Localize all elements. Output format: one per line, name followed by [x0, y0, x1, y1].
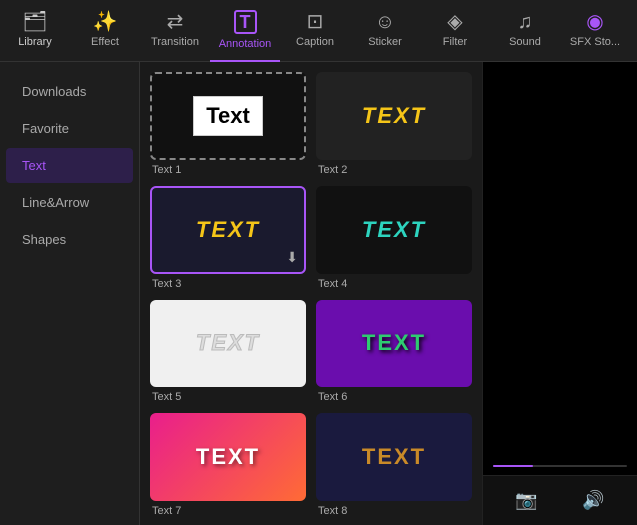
text-preview-label-4: TEXT	[362, 217, 426, 243]
text-card-label-4: Text 4	[316, 278, 472, 290]
text-card-6[interactable]: TEXT Text 6	[316, 300, 472, 404]
nav-sfx-label: SFX Sto...	[570, 36, 620, 48]
sticker-icon: ☺	[375, 12, 395, 32]
sfx-icon: ◉	[586, 12, 603, 32]
volume-button[interactable]: 🔊	[582, 490, 604, 511]
filter-icon: ◈	[447, 12, 462, 32]
nav-library-label: Library	[18, 36, 52, 48]
nav-transition-label: Transition	[151, 36, 199, 48]
effect-icon: ✨	[93, 12, 118, 32]
text-preview-1: Text	[150, 72, 306, 160]
text-card-5[interactable]: TEXT Text 5	[150, 300, 306, 404]
text-card-2[interactable]: TEXT Text 2	[316, 72, 472, 176]
nav-annotation[interactable]: T Annotation	[210, 0, 280, 62]
sidebar-item-text[interactable]: Text	[6, 148, 133, 183]
nav-effect[interactable]: ✨ Effect	[70, 0, 140, 62]
text-card-label-6: Text 6	[316, 391, 472, 403]
text-preview-label-5: TEXT	[196, 330, 260, 356]
main-content: Downloads Favorite Text Line&Arrow Shape…	[0, 62, 637, 525]
nav-library[interactable]: 🗂 Library	[0, 0, 70, 62]
text-preview-label-7: TEXT	[196, 444, 260, 470]
nav-effect-label: Effect	[91, 36, 119, 48]
sidebar-item-favorite[interactable]: Favorite	[6, 111, 133, 146]
nav-filter[interactable]: ◈ Filter	[420, 0, 490, 62]
text-preview-8: TEXT	[316, 413, 472, 501]
text-preview-label-1: Text	[193, 96, 263, 136]
library-icon: 🗂	[22, 12, 47, 32]
text-preview-2: TEXT	[316, 72, 472, 160]
text-card-label-7: Text 7	[150, 505, 306, 517]
nav-caption[interactable]: ⊡ Caption	[280, 0, 350, 62]
preview-controls: 📷 🔊	[483, 475, 637, 525]
text-card-label-2: Text 2	[316, 164, 472, 176]
sidebar-item-shapes[interactable]: Shapes	[6, 222, 133, 257]
text-card-label-5: Text 5	[150, 391, 306, 403]
text-card-label-1: Text 1	[150, 164, 306, 176]
nav-sound[interactable]: ♫ Sound	[490, 0, 560, 62]
sound-icon: ♫	[518, 12, 533, 32]
nav-sticker-label: Sticker	[368, 36, 402, 48]
sidebar: Downloads Favorite Text Line&Arrow Shape…	[0, 62, 140, 525]
sidebar-item-linearrow[interactable]: Line&Arrow	[6, 185, 133, 220]
nav-sticker[interactable]: ☺ Sticker	[350, 0, 420, 62]
text-preview-6: TEXT	[316, 300, 472, 388]
text-grid: Text Text 1 TEXT Text 2 TEXT ⬇ Text 3	[150, 72, 472, 517]
text-card-label-8: Text 8	[316, 505, 472, 517]
top-navigation: 🗂 Library ✨ Effect ⇄ Transition T Annota…	[0, 0, 637, 62]
nav-transition[interactable]: ⇄ Transition	[140, 0, 210, 62]
text-preview-7: TEXT	[150, 413, 306, 501]
nav-annotation-label: Annotation	[219, 38, 272, 50]
preview-progress-bar	[493, 465, 533, 467]
nav-filter-label: Filter	[443, 36, 467, 48]
preview-progress-bar-container	[493, 465, 627, 467]
annotation-icon: T	[234, 10, 257, 34]
text-card-1[interactable]: Text Text 1	[150, 72, 306, 176]
preview-screen	[483, 62, 637, 475]
text-preview-4: TEXT	[316, 186, 472, 274]
caption-icon: ⊡	[307, 12, 324, 32]
text-preview-label-6: TEXT	[362, 330, 426, 356]
nav-sfx[interactable]: ◉ SFX Sto...	[560, 0, 630, 62]
text-preview-3: TEXT ⬇	[150, 186, 306, 274]
nav-sound-label: Sound	[509, 36, 541, 48]
transition-icon: ⇄	[167, 12, 184, 32]
preview-panel: 📷 🔊	[482, 62, 637, 525]
nav-caption-label: Caption	[296, 36, 334, 48]
download-icon-3: ⬇	[286, 249, 298, 266]
text-card-4[interactable]: TEXT Text 4	[316, 186, 472, 290]
text-preview-label-3: TEXT	[196, 217, 260, 243]
text-card-8[interactable]: TEXT Text 8	[316, 413, 472, 517]
text-card-3[interactable]: TEXT ⬇ Text 3	[150, 186, 306, 290]
text-grid-panel: Text Text 1 TEXT Text 2 TEXT ⬇ Text 3	[140, 62, 482, 525]
camera-button[interactable]: 📷	[515, 490, 537, 511]
text-card-label-3: Text 3	[150, 278, 306, 290]
text-preview-label-2: TEXT	[362, 103, 426, 129]
sidebar-item-downloads[interactable]: Downloads	[6, 74, 133, 109]
text-preview-label-8: TEXT	[362, 444, 426, 470]
text-card-7[interactable]: TEXT Text 7	[150, 413, 306, 517]
text-preview-5: TEXT	[150, 300, 306, 388]
